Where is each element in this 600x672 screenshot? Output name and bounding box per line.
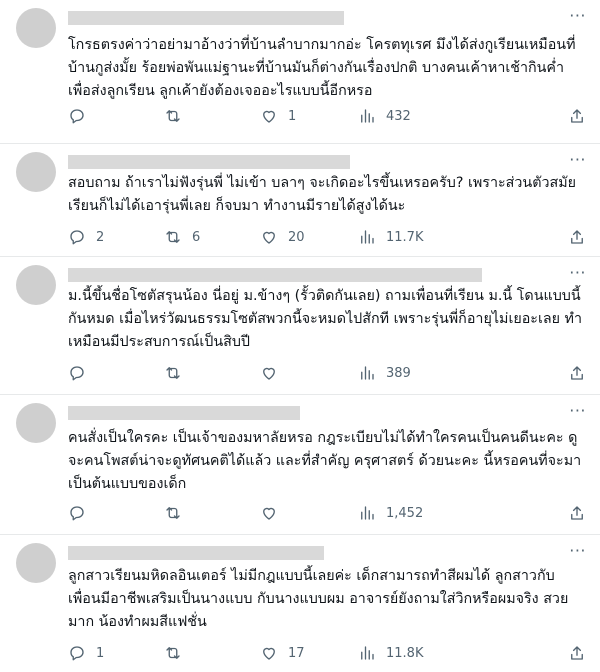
reply-card[interactable]: ··· ลูกสาวเรียนมหิดลอินเตอร์ ไม่มีกฎแบบน…	[0, 535, 600, 672]
more-icon[interactable]: ···	[569, 541, 586, 560]
share-button[interactable]	[568, 363, 586, 383]
redacted-username	[68, 406, 300, 420]
reply-card[interactable]: ··· ม.นี้ขึ้นชื่อโซตัสรุนน้อง นี่อยู่ ม.…	[0, 257, 600, 395]
views-icon	[361, 646, 374, 660]
views-icon	[361, 366, 374, 380]
reply-actions: 1,452	[68, 503, 586, 523]
share-button[interactable]	[568, 227, 586, 247]
retweet-icon	[166, 110, 180, 122]
replies-timeline: ··· โกรธตรงค่าว่าอย่ามาอ้างว่าที่บ้านลำบ…	[0, 0, 600, 672]
share-button[interactable]	[568, 503, 586, 523]
view-count: 11.7K	[386, 229, 424, 245]
redacted-username	[68, 268, 482, 282]
reply-icon	[70, 506, 84, 521]
retweet-count: 6	[192, 229, 201, 245]
like-count: 1	[288, 108, 297, 124]
share-button[interactable]	[568, 106, 586, 126]
reply-button[interactable]: 1	[68, 643, 104, 663]
views-button[interactable]: 11.8K	[358, 643, 423, 663]
like-count: 17	[288, 645, 305, 661]
views-icon	[361, 230, 374, 244]
heart-icon	[263, 367, 275, 380]
heart-icon	[263, 110, 275, 123]
views-button[interactable]: 432	[358, 106, 411, 126]
share-icon	[571, 366, 583, 380]
share-icon	[571, 506, 583, 520]
retweet-icon	[166, 647, 180, 659]
retweet-button[interactable]	[164, 106, 192, 126]
reply-actions: 1 432	[68, 106, 586, 126]
reply-text: ม.นี้ขึ้นชื่อโซตัสรุนน้อง นี่อยู่ ม.ข้าง…	[68, 288, 582, 350]
view-count: 1,452	[386, 505, 424, 521]
more-icon[interactable]: ···	[569, 6, 586, 25]
retweet-icon	[166, 507, 180, 519]
views-button[interactable]: 11.7K	[358, 227, 423, 247]
like-count: 20	[288, 229, 305, 245]
share-icon	[571, 230, 583, 244]
heart-icon	[263, 647, 275, 660]
like-button[interactable]	[260, 363, 288, 383]
like-button[interactable]	[260, 503, 288, 523]
heart-icon	[263, 507, 275, 520]
reply-count: 1	[96, 645, 105, 661]
redacted-username	[68, 11, 344, 25]
reply-card[interactable]: ··· โกรธตรงค่าว่าอย่ามาอ้างว่าที่บ้านลำบ…	[0, 0, 600, 144]
views-icon	[361, 109, 374, 123]
views-button[interactable]: 1,452	[358, 503, 423, 523]
reply-button[interactable]	[68, 503, 96, 523]
view-count: 432	[386, 108, 411, 124]
reply-actions: 2 6 20 11.7K	[68, 227, 586, 247]
avatar[interactable]	[16, 8, 56, 48]
views-button[interactable]: 389	[358, 363, 411, 383]
avatar[interactable]	[16, 543, 56, 583]
reply-actions: 389	[68, 363, 586, 383]
reply-text: ลูกสาวเรียนมหิดลอินเตอร์ ไม่มีกฎแบบนี้เล…	[68, 568, 569, 630]
reply-text: คนสั่งเป็นใครคะ เป็นเจ้าของมหาลัยหรอ กฎร…	[68, 430, 582, 492]
retweet-button[interactable]	[164, 503, 192, 523]
redacted-username	[68, 546, 324, 560]
reply-actions: 1 17 11.8K	[68, 643, 586, 663]
like-button[interactable]: 17	[260, 643, 305, 663]
retweet-button[interactable]	[164, 363, 192, 383]
views-icon	[361, 506, 374, 520]
reply-button[interactable]	[68, 363, 96, 383]
retweet-icon	[166, 367, 180, 379]
retweet-button[interactable]: 6	[164, 227, 200, 247]
retweet-icon	[166, 231, 180, 243]
heart-icon	[263, 231, 275, 244]
more-icon[interactable]: ···	[569, 401, 586, 420]
like-button[interactable]: 20	[260, 227, 305, 247]
reply-text: สอบถาม ถ้าเราไม่ฟังรุ่นพี่ ไม่เข้า บลาๆ …	[68, 175, 577, 214]
share-button[interactable]	[568, 643, 586, 663]
avatar[interactable]	[16, 403, 56, 443]
redacted-username	[68, 155, 350, 169]
reply-card[interactable]: ··· สอบถาม ถ้าเราไม่ฟังรุ่นพี่ ไม่เข้า บ…	[0, 144, 600, 257]
reply-count: 2	[96, 229, 105, 245]
avatar[interactable]	[16, 152, 56, 192]
reply-button[interactable]: 2	[68, 227, 104, 247]
more-icon[interactable]: ···	[569, 263, 586, 282]
avatar[interactable]	[16, 265, 56, 305]
more-icon[interactable]: ···	[569, 150, 586, 169]
share-icon	[571, 646, 583, 660]
reply-icon	[70, 366, 84, 381]
retweet-button[interactable]	[164, 643, 192, 663]
share-icon	[571, 109, 583, 123]
reply-card[interactable]: ··· คนสั่งเป็นใครคะ เป็นเจ้าของมหาลัยหรอ…	[0, 395, 600, 535]
reply-icon	[70, 230, 84, 245]
reply-text: โกรธตรงค่าว่าอย่ามาอ้างว่าที่บ้านลำบากมา…	[68, 37, 576, 99]
reply-icon	[70, 109, 84, 124]
view-count: 389	[386, 365, 411, 381]
reply-button[interactable]	[68, 106, 96, 126]
like-button[interactable]: 1	[260, 106, 296, 126]
reply-icon	[70, 646, 84, 661]
view-count: 11.8K	[386, 645, 424, 661]
